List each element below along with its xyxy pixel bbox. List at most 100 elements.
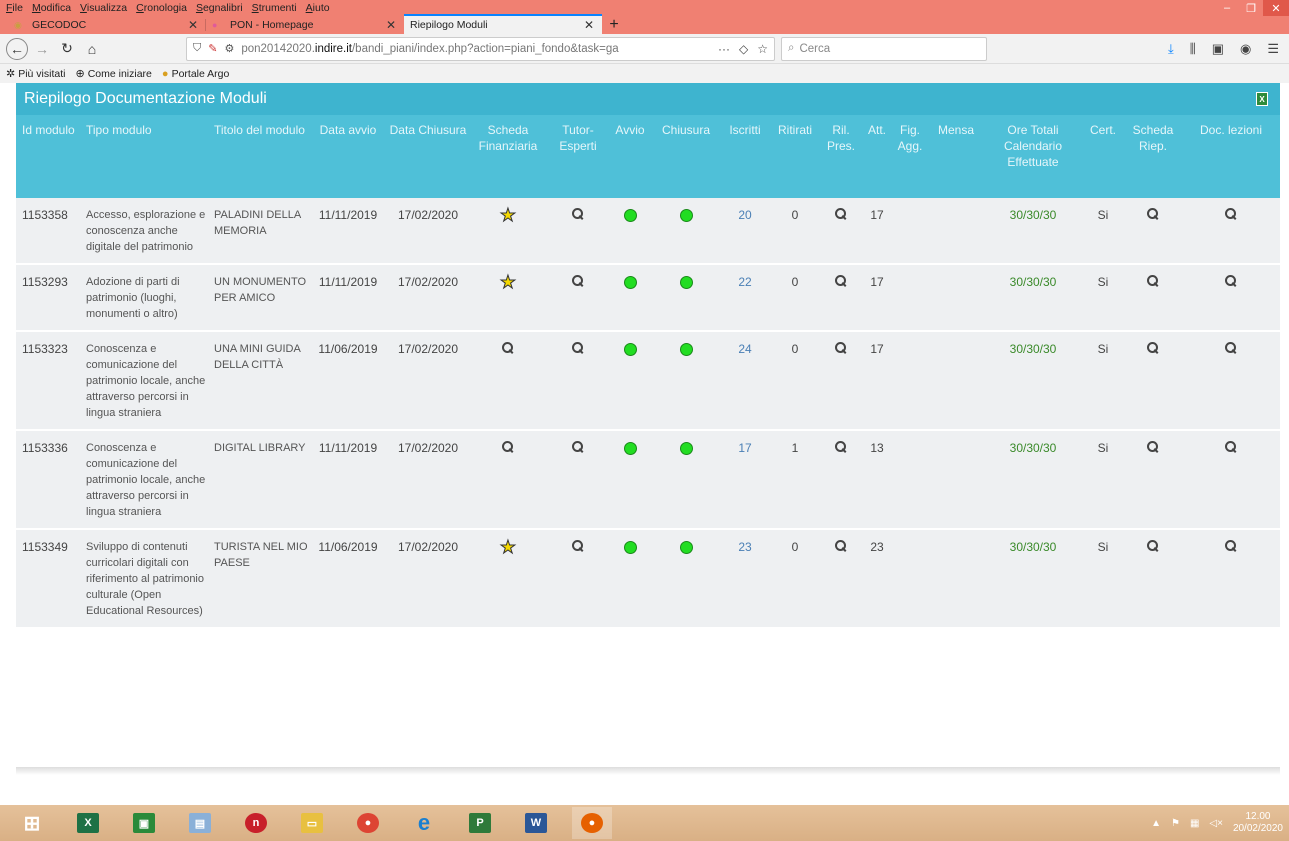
status-dot-icon: [623, 442, 637, 455]
start-button[interactable]: ⊞: [12, 807, 52, 839]
close-tab-icon[interactable]: ✕: [584, 18, 594, 32]
menu-item-cronologia[interactable]: Cronologia: [136, 2, 187, 14]
back-button[interactable]: ←: [6, 37, 28, 60]
bookmark-come-iniziare[interactable]: ⊕ Come iniziare: [75, 67, 152, 81]
tab-riepilogo-moduli[interactable]: Riepilogo Moduli ✕: [404, 14, 602, 34]
store-taskbar-button[interactable]: ▣: [124, 807, 164, 839]
volume-muted-icon[interactable]: ◁×: [1209, 818, 1223, 829]
icon-cell: [548, 331, 608, 430]
sidebar-icon[interactable]: ▣: [1212, 41, 1224, 57]
search-icon[interactable]: [572, 539, 584, 553]
search-icon[interactable]: [572, 274, 584, 288]
excel-taskbar-button[interactable]: X: [68, 807, 108, 839]
flag-icon[interactable]: ⚑: [1171, 818, 1180, 829]
search-icon[interactable]: [835, 440, 847, 454]
menu-bar: File Modifica Visualizza Cronologia Segnalib…: [0, 0, 1289, 16]
project-taskbar-button[interactable]: P: [460, 807, 500, 839]
column-header: Data Chiusura: [389, 123, 467, 137]
search-icon[interactable]: [502, 341, 514, 355]
star-icon[interactable]: ★: [499, 537, 516, 557]
enrolled-count[interactable]: 20: [720, 198, 770, 264]
chrome-taskbar-button[interactable]: ●: [348, 807, 388, 839]
word-taskbar-button[interactable]: W: [516, 807, 556, 839]
home-button[interactable]: ⌂: [81, 38, 103, 60]
close-tab-icon[interactable]: ✕: [188, 18, 198, 32]
new-tab-button[interactable]: +: [602, 16, 626, 34]
bookmark-piu-visitati[interactable]: ✲ Più visitati: [6, 67, 65, 81]
excel-export-icon[interactable]: X: [1256, 92, 1268, 106]
search-icon[interactable]: [1225, 274, 1237, 288]
permissions-icon[interactable]: ⚙: [224, 42, 234, 55]
bookmark-star-icon[interactable]: ☆: [757, 42, 768, 56]
search-icon[interactable]: [1225, 539, 1237, 553]
star-icon[interactable]: ★: [499, 205, 516, 225]
explorer-taskbar-button[interactable]: ▤: [180, 807, 220, 839]
menu-icon[interactable]: ☰: [1267, 41, 1279, 57]
pocket-icon[interactable]: ◇: [739, 42, 748, 56]
search-input[interactable]: ⌕ Cerca: [781, 36, 987, 61]
search-icon[interactable]: [572, 341, 584, 355]
total-hours: 30/30/30: [1009, 540, 1057, 554]
bookmark-portale-argo[interactable]: ● Portale Argo: [162, 68, 229, 80]
close-icon[interactable]: ✕: [1263, 0, 1289, 16]
windows-icon: ⊞: [23, 812, 41, 835]
firefox-taskbar-button[interactable]: ●: [572, 807, 612, 839]
account-icon[interactable]: ◉: [1240, 41, 1251, 57]
search-icon[interactable]: [1225, 440, 1237, 454]
enrolled-count[interactable]: 22: [720, 264, 770, 331]
argo-icon: ●: [161, 67, 169, 80]
search-icon[interactable]: [1147, 274, 1159, 288]
minimize-icon[interactable]: –: [1215, 0, 1239, 16]
clock[interactable]: 12.00 20/02/2020: [1233, 811, 1283, 835]
search-icon[interactable]: [1225, 207, 1237, 221]
ie-taskbar-button[interactable]: e: [404, 807, 444, 839]
search-icon[interactable]: [572, 207, 584, 221]
search-icon[interactable]: [835, 539, 847, 553]
search-icon[interactable]: [835, 341, 847, 355]
maximize-icon[interactable]: ❐: [1239, 0, 1263, 16]
url-bar[interactable]: ⛉ ✎ ⚙ pon20142020. indire.it/bandi_piani/…: [186, 36, 775, 61]
file-explorer-taskbar-button[interactable]: ▭: [292, 807, 332, 839]
enrolled-count[interactable]: 17: [720, 430, 770, 529]
tab-gecodoc[interactable]: ◉ GECODOC ✕: [8, 16, 206, 34]
shield-icon[interactable]: ⛉: [193, 42, 201, 55]
folder-image-icon: ▤: [189, 813, 211, 833]
network-icon[interactable]: ▦: [1190, 818, 1199, 829]
search-icon[interactable]: [1147, 341, 1159, 355]
download-icon[interactable]: ⤓: [1168, 41, 1174, 57]
reload-button[interactable]: ↻: [56, 38, 78, 60]
nero-taskbar-button[interactable]: n: [236, 807, 276, 839]
library-icon[interactable]: ⫼: [1190, 41, 1196, 57]
tray-arrow-icon[interactable]: ▲: [1151, 818, 1161, 829]
star-icon[interactable]: ★: [499, 272, 516, 292]
search-icon[interactable]: [1147, 440, 1159, 454]
attendance: 17: [870, 275, 884, 289]
menu-item-segnalibri[interactable]: Segnalibri: [196, 2, 243, 14]
fig-agg: [892, 529, 928, 628]
close-tab-icon[interactable]: ✕: [386, 18, 396, 32]
enrolled-count[interactable]: 23: [720, 529, 770, 628]
search-icon[interactable]: [572, 440, 584, 454]
menu-item-file[interactable]: File: [6, 2, 23, 14]
menu-item-visualizza[interactable]: Visualizza: [80, 2, 127, 14]
search-icon[interactable]: [1147, 539, 1159, 553]
search-icon[interactable]: [502, 440, 514, 454]
page-actions-icon[interactable]: ···: [718, 42, 730, 56]
bookmark-label: Come iniziare: [87, 67, 152, 80]
total-hours: 30/30/30: [1009, 342, 1057, 356]
search-icon[interactable]: [1147, 207, 1159, 221]
certificate: Si: [1097, 441, 1109, 455]
fig-agg: [892, 264, 928, 331]
insecure-lock-icon[interactable]: ✎: [208, 42, 217, 55]
search-icon[interactable]: [835, 274, 847, 288]
menu-item-aiuto[interactable]: Aiuto: [306, 2, 330, 14]
start-date: 11/11/2019: [318, 441, 378, 455]
enrolled-count[interactable]: 24: [720, 331, 770, 430]
search-icon[interactable]: [1225, 341, 1237, 355]
icon-cell: [820, 198, 862, 264]
menu-item-modifica[interactable]: Modifica: [32, 2, 71, 14]
search-icon[interactable]: [835, 207, 847, 221]
menu-item-strumenti[interactable]: Strumenti: [252, 2, 297, 14]
tab-pon-homepage[interactable]: ● PON - Homepage ✕: [206, 16, 404, 34]
forward-button[interactable]: →: [31, 38, 53, 60]
